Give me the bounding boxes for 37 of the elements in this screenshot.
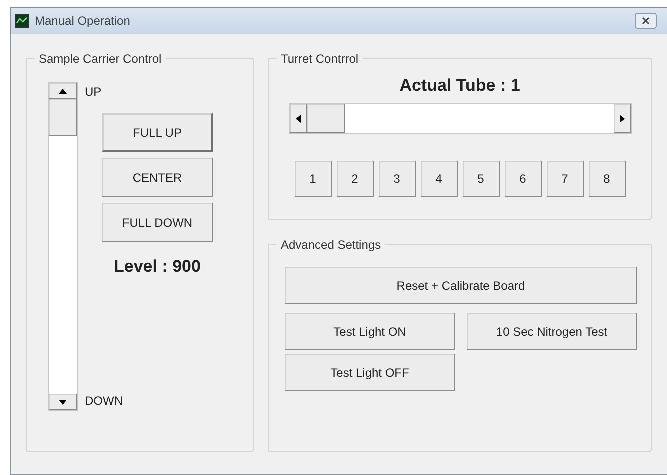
tube-button[interactable]: 4 (420, 161, 458, 197)
action-button[interactable]: Test Light ON (285, 313, 455, 350)
arrow-left-icon (296, 114, 300, 122)
arrow-right-icon (620, 114, 624, 122)
window-title: Manual Operation (35, 13, 130, 30)
tube-button[interactable]: 8 (588, 161, 626, 197)
arrow-down-icon (59, 400, 67, 404)
scrollbar-thumb[interactable] (306, 104, 344, 133)
action-button[interactable]: CENTER (102, 158, 213, 197)
action-button[interactable]: FULL DOWN (102, 203, 213, 242)
action-button[interactable]: FULL UP (102, 113, 213, 152)
close-button[interactable] (635, 13, 657, 29)
level-readout: Level : 900 (113, 256, 202, 278)
scroll-right-button[interactable] (614, 104, 630, 133)
chart-icon (15, 14, 29, 28)
scroll-up-button[interactable] (49, 83, 77, 99)
up-label: UP (85, 84, 102, 101)
down-label: DOWN (85, 393, 123, 410)
actual-tube-label: Actual Tube : 1 (400, 75, 520, 97)
tube-button[interactable]: 2 (336, 161, 374, 197)
tube-button[interactable]: 5 (462, 161, 500, 197)
action-button[interactable]: Test Light OFF (285, 354, 455, 391)
tube-button[interactable]: 3 (378, 161, 416, 197)
scroll-left-button[interactable] (290, 104, 306, 133)
scroll-down-button[interactable] (49, 394, 77, 410)
horizontal-scrollbar[interactable] (288, 103, 632, 134)
action-button[interactable]: Reset + Calibrate Board (285, 267, 637, 304)
action-button[interactable]: 10 Sec Nitrogen Test (467, 313, 637, 350)
group-title: Advanced Settings (277, 237, 386, 253)
tube-button[interactable]: 6 (504, 161, 542, 197)
vertical-scrollbar[interactable] (48, 82, 78, 411)
scrollbar-thumb[interactable] (49, 99, 77, 136)
arrow-up-icon (59, 88, 67, 94)
tube-button[interactable]: 1 (294, 161, 332, 197)
group-title: Sample Carrier Control (35, 51, 166, 67)
close-icon (642, 17, 650, 25)
tube-button[interactable]: 7 (546, 161, 584, 197)
